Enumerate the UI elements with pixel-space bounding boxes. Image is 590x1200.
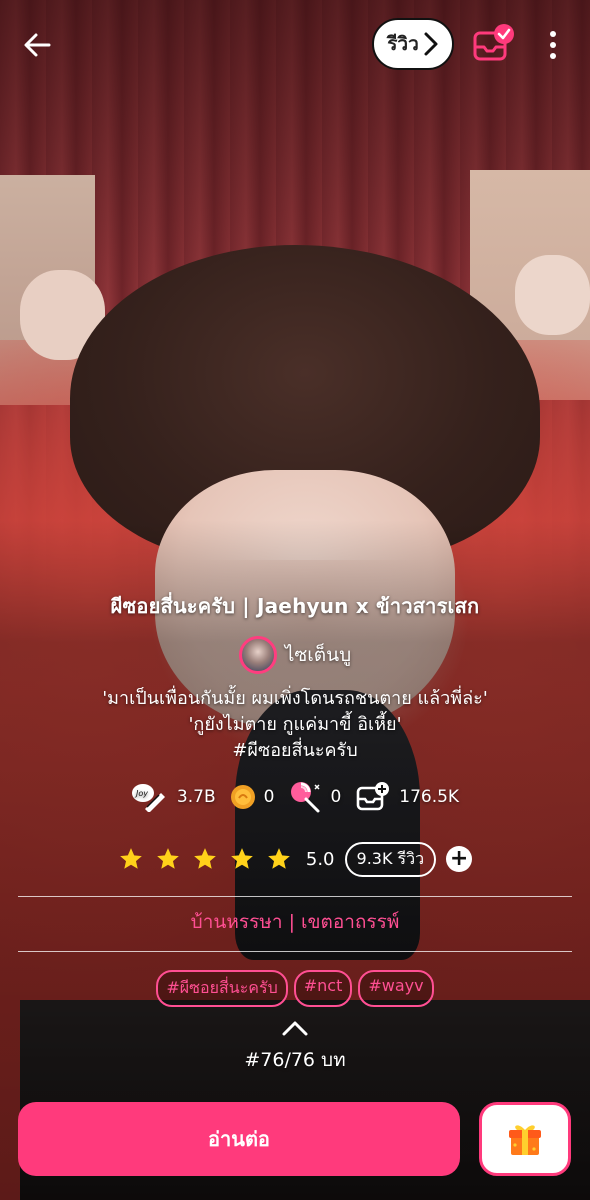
synopsis-line: 'มาเป็นเพื่อนกันมั้ย ผมเพิ่งโดนรถชนตาย แ… bbox=[102, 688, 488, 709]
divider bbox=[18, 896, 572, 897]
joy-stat: Joy 3.7B bbox=[131, 782, 216, 812]
author-name[interactable]: ไซเต็นบู bbox=[285, 640, 351, 670]
plus-icon: + bbox=[449, 846, 469, 871]
chapter-count: #76/76 บท bbox=[244, 1049, 346, 1071]
candy-stat: 0 bbox=[288, 780, 341, 814]
star-icon bbox=[231, 848, 253, 869]
continue-reading-label: อ่านต่อ bbox=[208, 1127, 270, 1151]
synopsis-line: 'กูยังไม่ตาย กูแค่มาขี้ อิเหี้ย' bbox=[188, 714, 402, 735]
candy-icon bbox=[291, 782, 320, 813]
review-count-badge[interactable]: 9.3K รีวิว bbox=[344, 841, 437, 877]
gift-icon bbox=[509, 1125, 541, 1155]
add-to-library-button[interactable] bbox=[470, 22, 516, 68]
library-check-icon bbox=[473, 24, 514, 61]
gift-button[interactable] bbox=[479, 1102, 571, 1176]
library-count: 176.5K bbox=[399, 787, 460, 807]
synopsis: 'มาเป็นเพื่อนกันมั้ย ผมเพิ่งโดนรถชนตาย แ… bbox=[0, 686, 590, 764]
star-icon bbox=[120, 848, 142, 869]
review-button[interactable]: รีวิว bbox=[372, 18, 454, 70]
joy-count: 3.7B bbox=[176, 787, 216, 807]
avatar[interactable] bbox=[238, 636, 277, 674]
back-arrow-icon bbox=[24, 33, 51, 57]
star-rating bbox=[118, 846, 292, 872]
star-icon bbox=[194, 848, 216, 869]
back-button[interactable] bbox=[18, 26, 56, 64]
more-options-button[interactable] bbox=[538, 26, 568, 64]
story-info: ผีซอยสี่นะครับ | Jaehyun x ข้าวสารเสก ไซ… bbox=[0, 590, 590, 764]
divider bbox=[18, 951, 572, 952]
star-icon bbox=[157, 848, 179, 869]
stats-row: Joy 3.7B 0 0 176.5K bbox=[0, 780, 590, 814]
star-icon bbox=[268, 848, 290, 869]
publisher-link[interactable]: บ้านหรรษา bbox=[191, 911, 283, 933]
coin-count: 0 bbox=[263, 787, 275, 807]
author-row[interactable]: ไซเต็นบู bbox=[0, 636, 590, 674]
synopsis-tag: #ผีซอยสี่นะครับ bbox=[232, 740, 358, 761]
coin-stat: 0 bbox=[230, 784, 275, 810]
chevron-right-icon bbox=[424, 32, 438, 56]
coin-icon bbox=[230, 785, 255, 809]
library-stat: 176.5K bbox=[355, 781, 459, 813]
expand-details-button[interactable] bbox=[280, 1018, 310, 1038]
svg-text:Joy: Joy bbox=[134, 789, 148, 798]
review-button-label: รีวิว bbox=[387, 33, 419, 55]
more-vertical-icon bbox=[550, 31, 556, 37]
tag-chip[interactable]: #nct bbox=[293, 970, 353, 1007]
top-bar: รีวิว bbox=[0, 0, 590, 90]
tag-list: #ผีซอยสี่นะครับ #nct #wayv bbox=[0, 970, 590, 1007]
tag-chip[interactable]: #wayv bbox=[358, 970, 434, 1007]
rating-value: 5.0 bbox=[305, 848, 335, 870]
publisher-row: บ้านหรรษา | เขตอาถรรพ์ bbox=[0, 907, 590, 937]
library-icon bbox=[356, 782, 390, 811]
chevron-up-icon bbox=[282, 1021, 308, 1036]
continue-reading-button[interactable]: อ่านต่อ bbox=[18, 1102, 460, 1176]
publisher-link[interactable]: | เขตอาถรรพ์ bbox=[289, 911, 400, 933]
candy-count: 0 bbox=[330, 787, 342, 807]
joy-pen-icon: Joy bbox=[131, 784, 165, 812]
tag-chip[interactable]: #ผีซอยสี่นะครับ bbox=[156, 970, 288, 1007]
rating-row: 5.0 9.3K รีวิว + bbox=[0, 838, 590, 880]
story-title: ผีซอยสี่นะครับ | Jaehyun x ข้าวสารเสก bbox=[110, 594, 480, 618]
add-review-button[interactable]: + bbox=[446, 846, 473, 872]
